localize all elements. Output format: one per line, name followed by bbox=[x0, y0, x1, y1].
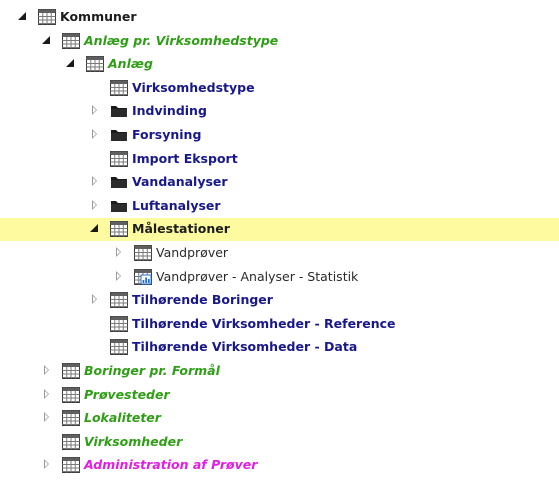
tree-node[interactable]: Vandprøver bbox=[0, 242, 559, 265]
tree-node-label: Vandprøver bbox=[156, 245, 229, 260]
tree-node-label: Luftanalyser bbox=[132, 197, 221, 213]
table-icon bbox=[38, 9, 56, 25]
tree-node[interactable]: Tilhørende Boringer bbox=[0, 289, 559, 312]
tree-node[interactable]: Lokaliteter bbox=[0, 407, 559, 430]
table-icon bbox=[62, 386, 80, 403]
tree-node-label: Vandanalyser bbox=[132, 174, 228, 190]
folder-icon bbox=[110, 174, 128, 190]
expand-toggle-icon[interactable] bbox=[92, 105, 97, 116]
tree-node[interactable]: Vandprøver - Analyser - Statistik bbox=[0, 266, 559, 289]
table-icon bbox=[110, 292, 128, 309]
table-icon bbox=[62, 410, 80, 427]
tree-node[interactable]: Forsyning bbox=[0, 124, 559, 147]
table-icon bbox=[62, 457, 80, 474]
table-icon bbox=[110, 339, 128, 356]
tree-node-label: Administration af Prøver bbox=[84, 457, 258, 473]
tree-node-label: Indvinding bbox=[132, 103, 207, 119]
tree-node-label: Lokaliteter bbox=[84, 410, 161, 426]
tree-node-label: Forsyning bbox=[132, 127, 202, 142]
expand-toggle-icon[interactable] bbox=[116, 247, 121, 257]
expand-toggle-icon[interactable] bbox=[44, 388, 49, 399]
tree-node-label: Anlæg pr. Virksomhedstype bbox=[84, 32, 279, 48]
tree-node-label: Tilhørende Boringer bbox=[132, 292, 273, 308]
table-icon bbox=[134, 245, 152, 261]
table-icon bbox=[110, 221, 128, 238]
table-icon bbox=[86, 56, 104, 73]
expand-toggle-icon[interactable] bbox=[92, 129, 97, 139]
folder-icon bbox=[110, 103, 128, 119]
tree-node-label: Boringer pr. Formål bbox=[84, 363, 220, 378]
tree-node[interactable]: Vandanalyser bbox=[0, 171, 559, 194]
table-icon bbox=[110, 150, 128, 167]
expand-toggle-icon[interactable] bbox=[92, 294, 97, 305]
tree-node-label: Kommuner bbox=[60, 9, 137, 24]
expand-toggle-icon[interactable] bbox=[44, 365, 49, 375]
tree-node[interactable]: Prøvesteder bbox=[0, 384, 559, 407]
tree-node-label: Tilhørende Virksomheder - Reference bbox=[132, 315, 396, 331]
tree-node-label: Virksomheder bbox=[84, 433, 183, 449]
tree-node-label: Vandprøver - Analyser - Statistik bbox=[156, 268, 359, 284]
tree-view: Kommuner Anlæg pr. Virksomhedstype Anlæg Vi… bbox=[0, 0, 559, 484]
tree-node[interactable]: Virksomheder bbox=[0, 431, 559, 454]
table-icon bbox=[62, 363, 80, 379]
expand-toggle-icon[interactable] bbox=[92, 199, 97, 210]
tree-node-label: Prøvesteder bbox=[84, 386, 170, 402]
table-icon bbox=[62, 32, 80, 49]
collapse-toggle-icon[interactable] bbox=[90, 224, 98, 233]
tree-node-label: Målestationer bbox=[132, 221, 230, 237]
expand-toggle-icon[interactable] bbox=[116, 270, 121, 281]
statistics-table-icon bbox=[134, 268, 152, 285]
tree-node[interactable]: Indvinding bbox=[0, 100, 559, 123]
table-icon bbox=[110, 315, 128, 332]
folder-icon bbox=[110, 198, 128, 214]
tree-node-label: Import Eksport bbox=[132, 150, 238, 166]
tree-node[interactable]: Målestationer bbox=[0, 218, 559, 242]
folder-icon bbox=[110, 127, 128, 143]
tree-node-label: Anlæg bbox=[108, 56, 153, 72]
table-icon bbox=[62, 433, 80, 450]
tree-node[interactable]: Anlæg bbox=[0, 53, 559, 76]
tree-node[interactable]: Boringer pr. Formål bbox=[0, 360, 559, 383]
tree-node[interactable]: Tilhørende Virksomheder - Data bbox=[0, 336, 559, 359]
tree-node[interactable]: Luftanalyser bbox=[0, 195, 559, 218]
collapse-toggle-icon[interactable] bbox=[66, 59, 74, 68]
expand-toggle-icon[interactable] bbox=[92, 176, 97, 187]
tree-node[interactable]: Anlæg pr. Virksomhedstype bbox=[0, 30, 559, 53]
expand-toggle-icon[interactable] bbox=[44, 459, 49, 470]
tree-node[interactable]: Virksomhedstype bbox=[0, 77, 559, 100]
table-icon bbox=[110, 79, 128, 96]
expand-toggle-icon[interactable] bbox=[44, 412, 49, 423]
collapse-toggle-icon[interactable] bbox=[42, 35, 50, 44]
tree-node[interactable]: Kommuner bbox=[0, 6, 559, 29]
tree-node-label: Tilhørende Virksomheder - Data bbox=[132, 339, 358, 355]
tree-node[interactable]: Import Eksport bbox=[0, 148, 559, 171]
collapse-toggle-icon[interactable] bbox=[18, 12, 26, 20]
tree-node-label: Virksomhedstype bbox=[132, 79, 255, 95]
tree-node[interactable]: Administration af Prøver bbox=[0, 454, 559, 477]
tree-node[interactable]: Tilhørende Virksomheder - Reference bbox=[0, 313, 559, 336]
